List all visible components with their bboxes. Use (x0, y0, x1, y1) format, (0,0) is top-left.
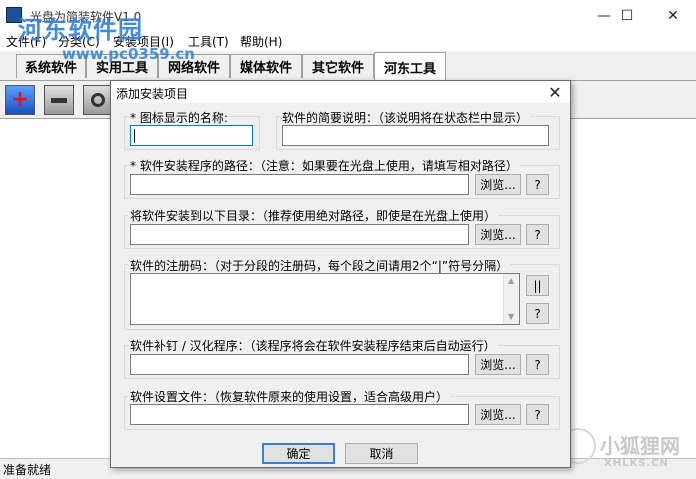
remove-icon (51, 97, 67, 103)
patch-browse-button[interactable]: 浏览... (475, 354, 521, 375)
add-icon: + (10, 87, 30, 112)
dialog-title: 添加安装项目 (116, 87, 189, 101)
dialog-close-button[interactable]: ✕ (544, 82, 566, 102)
tab-media-software[interactable]: 媒体软件 (230, 54, 302, 78)
tab-other-software[interactable]: 其它软件 (302, 54, 374, 78)
installer-path-browse-button[interactable]: 浏览... (475, 174, 521, 195)
settings-icon (91, 93, 105, 107)
settings-item-button[interactable] (83, 85, 113, 115)
config-file-label: 软件设置文件：（恢复软件原来的使用设置，适合高级用户） (128, 388, 451, 405)
watermark-brand: 小狐狸网 (600, 434, 680, 458)
install-target-help-button[interactable]: ? (526, 224, 549, 245)
menu-help[interactable]: 帮助(H) (240, 33, 282, 50)
watermark-url: www.pc0359.cn (62, 45, 195, 63)
installer-path-help-button[interactable]: ? (526, 174, 549, 195)
description-input[interactable] (282, 125, 549, 146)
config-file-input[interactable] (130, 404, 469, 425)
description-label: 软件的简要说明：（该说明将在状态栏中显示） (280, 109, 531, 126)
serial-help-button[interactable]: ? (526, 303, 549, 324)
installer-path-label: * 软件安装程序的路径：（注意：如果要在光盘上使用，请填写相对路径） (128, 157, 520, 174)
serial-textarea[interactable] (130, 273, 520, 325)
watermark-logo: 河东软件园 (18, 15, 143, 44)
add-item-button[interactable]: + (5, 85, 35, 115)
ok-button[interactable]: 确定 (262, 443, 335, 464)
install-target-browse-button[interactable]: 浏览... (475, 224, 521, 245)
patch-label: 软件补钉 / 汉化程序：（该程序将会在软件安装程序结束后自动运行） (128, 337, 498, 354)
patch-input[interactable] (130, 354, 469, 375)
scroll-down-icon: ▼ (508, 312, 515, 321)
install-target-label: 将软件安装到以下目录：（推荐使用绝对路径，即使是在光盘上使用） (128, 207, 499, 224)
status-text: 准备就绪 (3, 463, 52, 477)
text-caret (134, 129, 135, 143)
scroll-up-icon: ▲ (508, 276, 515, 285)
config-file-browse-button[interactable]: 浏览... (475, 404, 521, 425)
remove-item-button[interactable] (44, 85, 74, 115)
watermark-brand-sub: XHLKS.CN (604, 458, 669, 469)
config-file-help-button[interactable]: ? (526, 404, 549, 425)
serial-separator-button[interactable]: || (526, 275, 549, 296)
serial-label: 软件的注册码：（对于分段的注册码，每个段之间请用2个“|”符号分隔） (128, 257, 511, 274)
serial-scrollbar[interactable]: ▲ ▼ (503, 274, 519, 324)
close-button[interactable]: ✕ (650, 0, 696, 31)
tab-hedong-tools[interactable]: 河东工具 (374, 52, 446, 81)
icon-name-input[interactable] (130, 125, 253, 146)
cancel-button[interactable]: 取消 (345, 443, 418, 464)
maximize-button[interactable]: ☐ (604, 0, 650, 31)
install-target-input[interactable] (130, 224, 469, 245)
icon-name-label: * 图标显示的名称: (128, 109, 230, 126)
patch-help-button[interactable]: ? (526, 354, 549, 375)
installer-path-input[interactable] (130, 174, 469, 195)
